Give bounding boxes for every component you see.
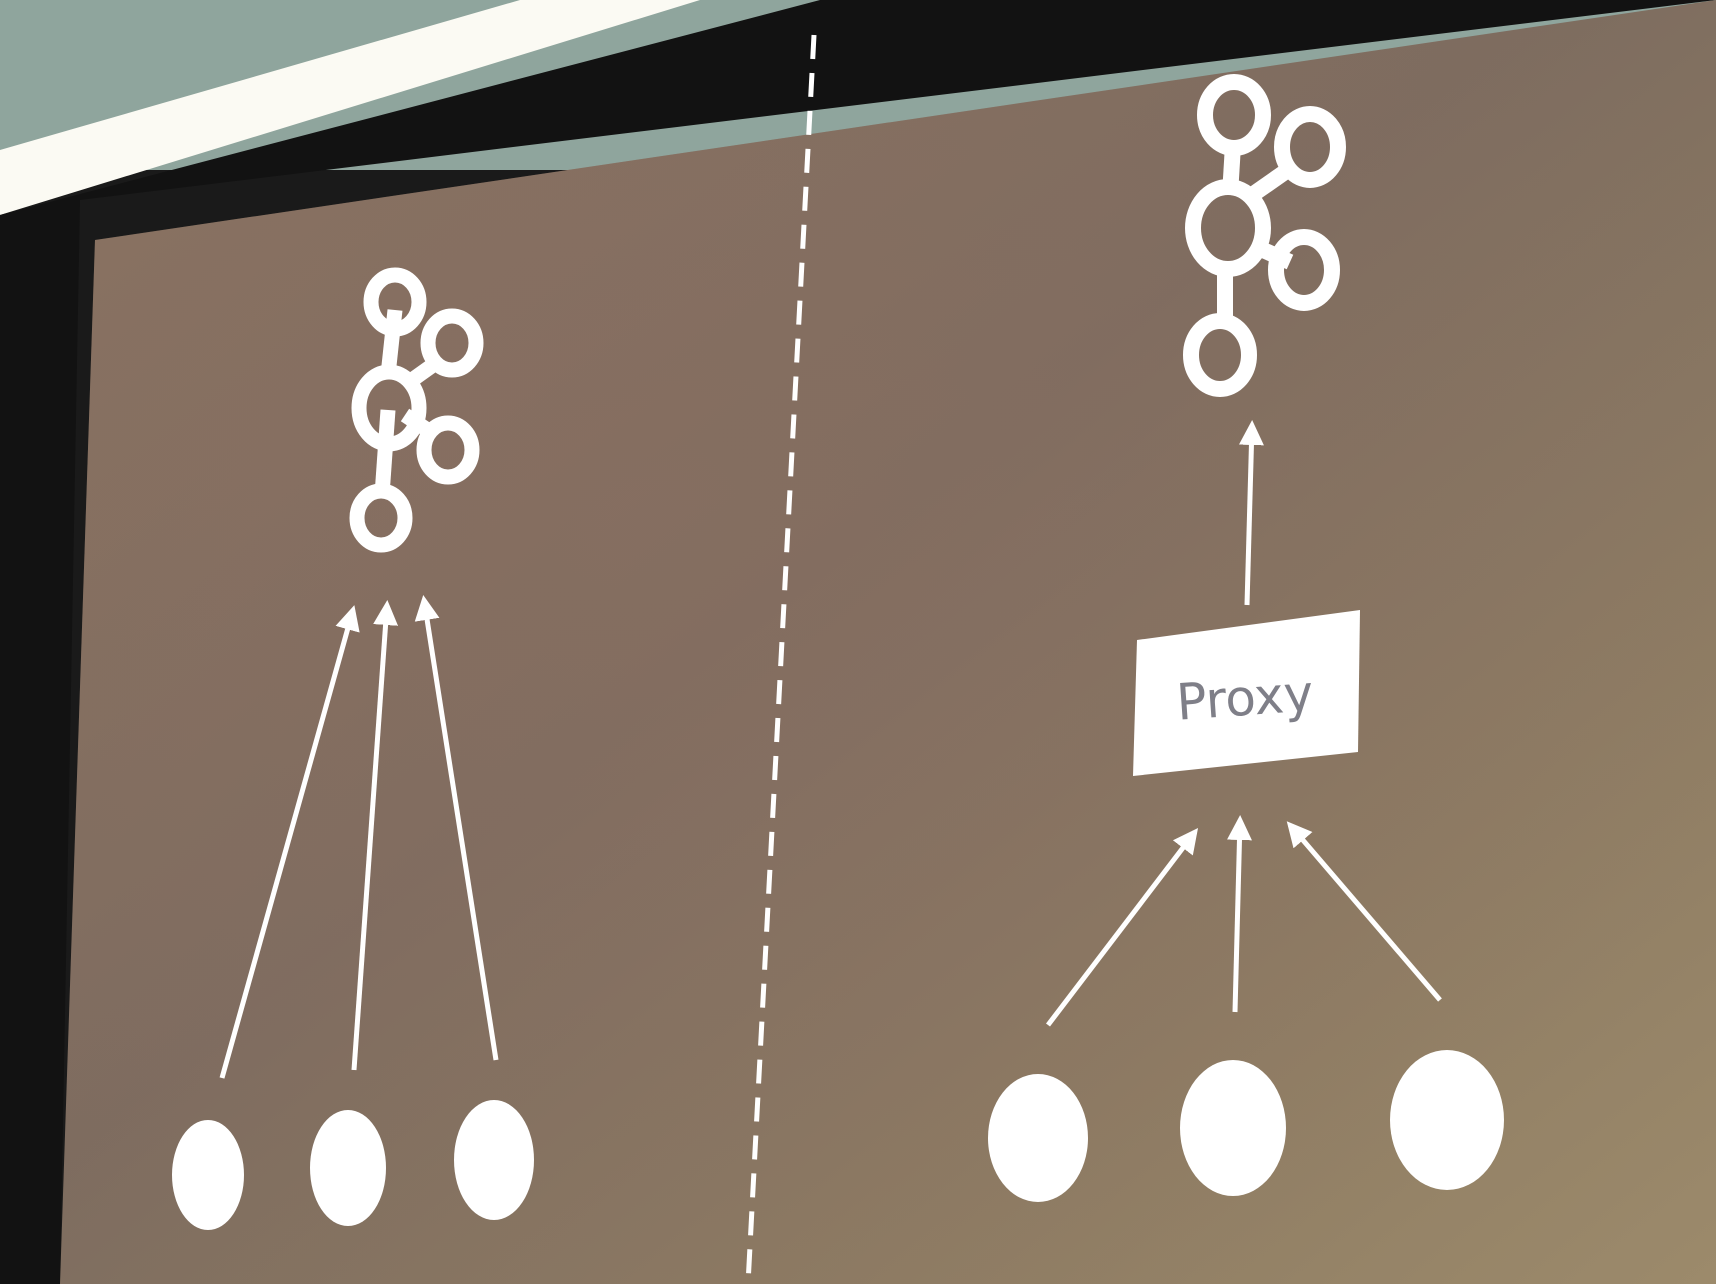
client-node (172, 1120, 244, 1230)
client-node (1390, 1050, 1504, 1190)
client-node (1180, 1060, 1286, 1196)
slide-photo: Proxy (0, 0, 1716, 1284)
client-node (310, 1110, 386, 1226)
slide-canvas: Proxy (0, 0, 1716, 1284)
client-node (454, 1100, 534, 1220)
proxy-label: Proxy (1175, 664, 1316, 731)
client-node (988, 1074, 1088, 1202)
